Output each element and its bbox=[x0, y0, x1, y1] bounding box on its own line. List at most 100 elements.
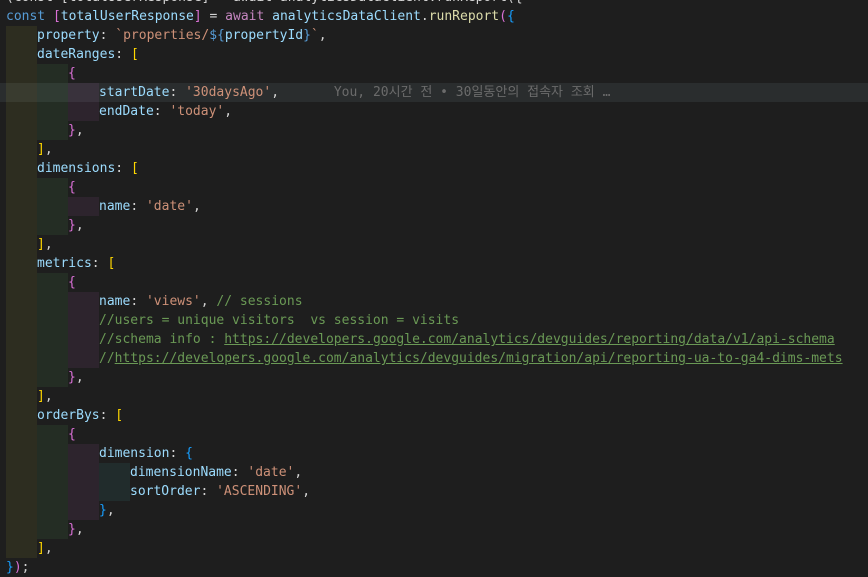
code-token: //users = unique visitors vs session = v… bbox=[99, 313, 460, 328]
code-token: [ bbox=[52, 9, 61, 24]
indent-guide bbox=[37, 311, 68, 330]
code-token: = bbox=[201, 9, 226, 24]
code-token: // bbox=[99, 351, 115, 366]
code-line[interactable]: }, bbox=[0, 368, 868, 387]
code-text: { bbox=[68, 64, 76, 83]
indent-guide bbox=[37, 64, 68, 83]
code-line[interactable]: { bbox=[0, 64, 868, 83]
indent-guide bbox=[6, 292, 37, 311]
indent-guide bbox=[68, 311, 99, 330]
code-line[interactable]: sortOrder: 'ASCENDING', bbox=[0, 482, 868, 501]
code-line[interactable]: property: `properties/${propertyId}`, bbox=[0, 26, 868, 45]
indent-guide bbox=[68, 501, 99, 520]
indent-guide bbox=[68, 292, 99, 311]
code-token: { bbox=[68, 66, 76, 81]
code-line[interactable]: }); bbox=[0, 558, 868, 577]
code-token: await bbox=[225, 9, 273, 24]
code-token: ] bbox=[37, 142, 45, 157]
code-token: const bbox=[6, 9, 53, 24]
indent-guide bbox=[6, 425, 37, 444]
code-token: ${ bbox=[209, 28, 225, 43]
code-token: , bbox=[44, 142, 53, 157]
code-line[interactable]: dimensionName: 'date', bbox=[0, 463, 868, 482]
indent-guide bbox=[6, 311, 37, 330]
code-line[interactable]: //schema info : https://developers.googl… bbox=[0, 330, 868, 349]
code-line[interactable]: name: 'date', bbox=[0, 197, 868, 216]
code-token: , bbox=[44, 237, 53, 252]
code-text: dimensionName: 'date', bbox=[130, 463, 302, 482]
code-text: ], bbox=[37, 539, 53, 558]
indent-guide bbox=[6, 102, 37, 121]
code-line[interactable]: dimension: { bbox=[0, 444, 868, 463]
indent-guide bbox=[37, 330, 68, 349]
code-line[interactable]: { bbox=[0, 273, 868, 292]
code-line[interactable]: ], bbox=[0, 539, 868, 558]
indent-guide bbox=[37, 444, 68, 463]
indent-guide bbox=[6, 45, 37, 64]
code-token: property bbox=[37, 28, 100, 43]
code-text: }, bbox=[99, 501, 115, 520]
indent-guide bbox=[37, 425, 68, 444]
indent-guide bbox=[99, 482, 130, 501]
code-token: [ bbox=[130, 47, 139, 62]
code-line[interactable]: dimensions: [ bbox=[0, 159, 868, 178]
code-line[interactable]: }, bbox=[0, 520, 868, 539]
code-text: property: `properties/${propertyId}`, bbox=[37, 26, 327, 45]
code-token: . bbox=[420, 9, 429, 24]
code-line[interactable]: name: 'views', // sessions bbox=[0, 292, 868, 311]
code-token: , bbox=[75, 522, 84, 537]
code-line[interactable]: }, bbox=[0, 216, 868, 235]
code-line[interactable]: { bbox=[0, 178, 868, 197]
indent-guide bbox=[6, 83, 37, 102]
indent-guide bbox=[6, 349, 37, 368]
code-line[interactable]: dateRanges: [ bbox=[0, 45, 868, 64]
code-token: endDate bbox=[99, 104, 154, 119]
indent-guide bbox=[6, 273, 37, 292]
code-line[interactable]: //users = unique visitors vs session = v… bbox=[0, 311, 868, 330]
code-line[interactable]: }, bbox=[0, 121, 868, 140]
indent-guide bbox=[6, 387, 37, 406]
indent-guide bbox=[6, 501, 37, 520]
code-line[interactable]: //https://developers.google.com/analytic… bbox=[0, 349, 868, 368]
indent-guide bbox=[37, 520, 68, 539]
code-token: { bbox=[68, 427, 76, 442]
indent-guide bbox=[6, 121, 37, 140]
code-line[interactable]: }, bbox=[0, 501, 868, 520]
indent-guide bbox=[68, 197, 99, 216]
code-token: { bbox=[185, 446, 193, 461]
code-token: } bbox=[99, 503, 107, 518]
code-token: dimension bbox=[99, 446, 170, 461]
code-line[interactable]: (const [totalUserResponse] = await analy… bbox=[0, 0, 868, 7]
code-line[interactable]: ], bbox=[0, 235, 868, 254]
code-text: { bbox=[68, 273, 76, 292]
code-text: name: 'date', bbox=[99, 197, 201, 216]
indent-guide bbox=[68, 330, 99, 349]
indent-guide bbox=[6, 330, 37, 349]
code-token: '30daysAgo' bbox=[185, 85, 272, 100]
code-token: metrics bbox=[37, 256, 92, 271]
code-token: ` bbox=[310, 28, 319, 43]
code-token: ( bbox=[499, 9, 507, 24]
code-token: : bbox=[99, 28, 116, 43]
indent-guide bbox=[6, 406, 37, 425]
code-line[interactable]: { bbox=[0, 425, 868, 444]
code-token: dimensions bbox=[37, 161, 116, 176]
code-token: [ bbox=[130, 161, 139, 176]
code-line[interactable]: ], bbox=[0, 140, 868, 159]
code-token: } bbox=[303, 28, 311, 43]
code-line[interactable]: metrics: [ bbox=[0, 254, 868, 273]
code-line[interactable]: endDate: 'today', bbox=[0, 102, 868, 121]
code-token: ] bbox=[37, 389, 45, 404]
code-line[interactable]: startDate: '30daysAgo', You, 20시간 전 • 30… bbox=[0, 83, 868, 102]
indent-guide bbox=[37, 368, 68, 387]
code-token: dateRanges bbox=[37, 47, 116, 62]
code-token: 'date' bbox=[145, 199, 193, 214]
code-line[interactable]: ], bbox=[0, 387, 868, 406]
code-editor[interactable]: (const [totalUserResponse] = await analy… bbox=[0, 0, 868, 577]
code-token: analyticsDataClient bbox=[272, 9, 421, 24]
code-link[interactable]: https://developers.google.com/analytics/… bbox=[224, 332, 834, 347]
code-line[interactable]: orderBys: [ bbox=[0, 406, 868, 425]
code-line[interactable]: const [totalUserResponse] = await analyt… bbox=[0, 7, 868, 26]
code-link[interactable]: https://developers.google.com/analytics/… bbox=[115, 351, 843, 366]
code-text: endDate: 'today', bbox=[99, 102, 232, 121]
